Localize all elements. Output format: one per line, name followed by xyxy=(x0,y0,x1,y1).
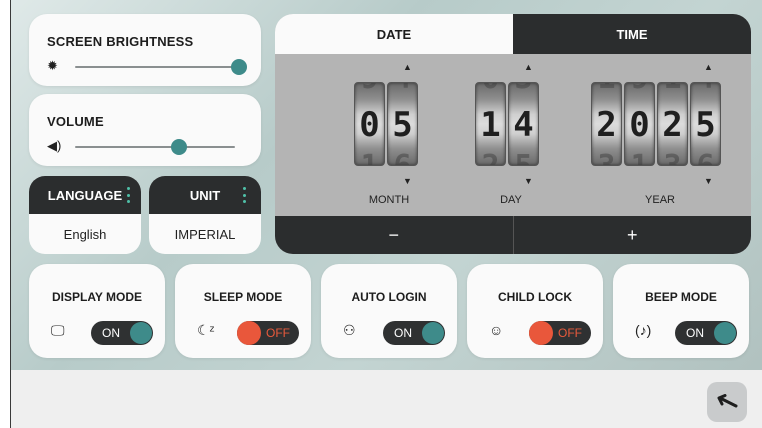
unit-card[interactable]: UNIT IMPERIAL xyxy=(149,176,261,254)
language-value: English xyxy=(63,226,107,242)
brightness-card: SCREEN BRIGHTNESS ✹ xyxy=(29,14,261,86)
month-label: MONTH xyxy=(368,194,410,206)
day-drum[interactable]: 012 345 xyxy=(475,82,539,166)
toggle-state-label: ON xyxy=(102,326,120,340)
day-digit-1: 1 xyxy=(480,105,501,145)
child-lock-toggle[interactable]: OFF xyxy=(529,321,591,345)
back-arrow-icon xyxy=(717,394,738,408)
year-digit-drum: 123 xyxy=(591,82,622,166)
bottom-bar xyxy=(11,370,762,428)
language-label: LANGUAGE xyxy=(47,187,123,203)
year-digit-drum: 123 xyxy=(657,82,688,166)
year-down-arrow-icon[interactable]: ▼ xyxy=(704,176,713,186)
language-card[interactable]: LANGUAGE English xyxy=(29,176,141,254)
sun-icon: ✹ xyxy=(47,58,58,73)
settings-screen: SCREEN BRIGHTNESS ✹ VOLUME ◀) LANGUAGE E… xyxy=(10,0,762,428)
volume-slider-knob[interactable] xyxy=(171,139,187,155)
beep-mode-toggle[interactable]: ON xyxy=(675,321,737,345)
year-digit-4: 5 xyxy=(695,105,716,145)
month-digit-1: 0 xyxy=(359,105,380,145)
day-digit-2: 4 xyxy=(513,105,534,145)
auto-login-title: AUTO LOGIN xyxy=(351,290,427,304)
tab-time[interactable]: TIME xyxy=(513,14,751,54)
day-digit-drum: 012 xyxy=(475,82,506,166)
sleep-mode-title: SLEEP MODE xyxy=(203,290,283,304)
language-header: LANGUAGE xyxy=(29,176,141,214)
toggle-state-label: OFF xyxy=(558,326,582,340)
datetime-panel: DATE TIME ▲ 901 456 ▼ MONTH ▲ 012 345 ▼ … xyxy=(275,14,751,254)
month-drum[interactable]: 901 456 xyxy=(354,82,418,166)
auto-login-toggle[interactable]: ON xyxy=(383,321,445,345)
moon-zz-icon: ☾ᶻ xyxy=(197,322,215,338)
volume-slider[interactable] xyxy=(75,139,235,155)
child-lock-title: CHILD LOCK xyxy=(498,290,572,304)
month-digit-drum: 901 xyxy=(354,82,385,166)
datetime-footer: − + xyxy=(275,216,751,254)
tab-date[interactable]: DATE xyxy=(275,14,513,54)
toggle-state-label: ON xyxy=(686,326,704,340)
year-digit-1: 2 xyxy=(596,105,617,145)
display-mode-card: DISPLAY MODE 🖵 ON xyxy=(29,264,165,358)
year-drum[interactable]: 123 901 123 456 xyxy=(591,82,721,166)
display-mode-title: DISPLAY MODE xyxy=(51,290,143,304)
year-digit-3: 2 xyxy=(662,105,683,145)
sleep-mode-toggle[interactable]: OFF xyxy=(237,321,299,345)
brightness-slider[interactable] xyxy=(75,59,247,75)
month-down-arrow-icon[interactable]: ▼ xyxy=(403,176,412,186)
month-up-arrow-icon[interactable]: ▲ xyxy=(403,62,412,72)
brightness-title: SCREEN BRIGHTNESS xyxy=(47,34,194,49)
child-lock-card: CHILD LOCK ☺ OFF xyxy=(467,264,603,358)
back-button[interactable] xyxy=(707,382,747,422)
display-mode-toggle[interactable]: ON xyxy=(91,321,153,345)
user-icon: ⚇ xyxy=(343,322,356,338)
day-digit-drum: 345 xyxy=(508,82,539,166)
toggle-state-label: ON xyxy=(394,326,412,340)
unit-value: IMPERIAL xyxy=(174,226,236,242)
beep-mode-card: BEEP MODE (♪) ON xyxy=(613,264,749,358)
unit-header: UNIT xyxy=(149,176,261,214)
month-digit-drum: 456 xyxy=(387,82,418,166)
volume-title: VOLUME xyxy=(47,114,104,129)
display-icon: 🖵 xyxy=(51,322,65,338)
month-digit-2: 5 xyxy=(392,105,413,145)
toggle-state-label: OFF xyxy=(266,326,290,340)
day-down-arrow-icon[interactable]: ▼ xyxy=(524,176,533,186)
child-icon: ☺ xyxy=(489,322,504,338)
decrement-button[interactable]: − xyxy=(275,216,513,254)
year-label: YEAR xyxy=(645,194,675,206)
increment-button[interactable]: + xyxy=(512,216,752,254)
day-label: DAY xyxy=(500,194,522,206)
beep-icon: (♪) xyxy=(635,322,652,338)
more-options-icon[interactable] xyxy=(127,187,131,203)
sleep-mode-card: SLEEP MODE ☾ᶻ OFF xyxy=(175,264,311,358)
year-digit-drum: 456 xyxy=(690,82,721,166)
auto-login-card: AUTO LOGIN ⚇ ON xyxy=(321,264,457,358)
year-digit-drum: 901 xyxy=(624,82,655,166)
year-up-arrow-icon[interactable]: ▲ xyxy=(704,62,713,72)
speaker-icon: ◀) xyxy=(47,138,62,153)
unit-label: UNIT xyxy=(189,187,221,203)
year-digit-2: 0 xyxy=(629,105,650,145)
more-options-icon[interactable] xyxy=(243,187,247,203)
beep-mode-title: BEEP MODE xyxy=(645,290,717,304)
brightness-slider-knob[interactable] xyxy=(231,59,247,75)
volume-card: VOLUME ◀) xyxy=(29,94,261,166)
day-up-arrow-icon[interactable]: ▲ xyxy=(524,62,533,72)
